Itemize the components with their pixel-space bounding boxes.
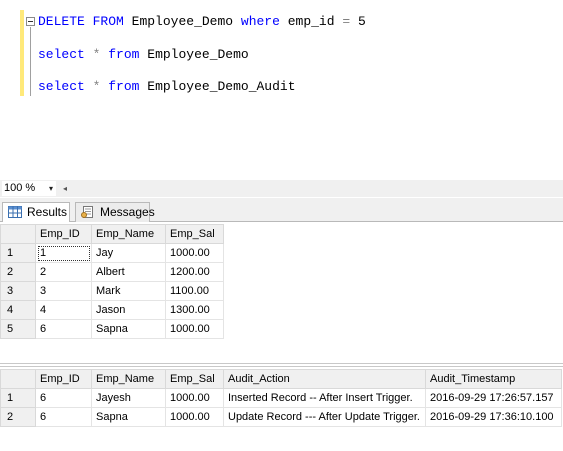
- result-grid-employee-demo[interactable]: Emp_ID Emp_Name Emp_Sal 1 1 Jay 1000.00 …: [0, 222, 563, 364]
- change-indicator-bar: [20, 10, 24, 96]
- zoom-select[interactable]: 100 % ▾: [2, 181, 56, 196]
- result-grid-employee-demo-audit[interactable]: Emp_ID Emp_Name Emp_Sal Audit_Action Aud…: [0, 366, 563, 451]
- header-row: Emp_ID Emp_Name Emp_Sal: [0, 224, 224, 244]
- operator: *: [92, 47, 101, 62]
- table-row[interactable]: 2 6 Sapna 1000.00 Update Record --- Afte…: [0, 407, 562, 427]
- column-header[interactable]: Audit_Timestamp: [425, 369, 562, 389]
- cell-audit-timestamp[interactable]: 2016-09-29 17:36:10.100: [425, 407, 562, 427]
- table-row[interactable]: 3 3 Mark 1100.00: [0, 281, 224, 301]
- row-number[interactable]: 5: [0, 319, 36, 339]
- cell-emp-sal[interactable]: 1000.00: [165, 407, 224, 427]
- collapse-icon[interactable]: [26, 17, 35, 26]
- keyword: select: [38, 79, 85, 94]
- cell-emp-id[interactable]: 2: [35, 262, 92, 282]
- operator: =: [342, 14, 351, 29]
- cell-audit-action[interactable]: Update Record --- After Update Trigger.: [223, 407, 426, 427]
- tab-results-label: Results: [27, 205, 68, 219]
- cell-emp-sal[interactable]: 1000.00: [165, 388, 224, 408]
- literal-value: 5: [357, 14, 366, 29]
- keyword: from: [108, 79, 140, 94]
- keyword: FROM: [92, 14, 124, 29]
- zoom-value: 100 %: [4, 182, 36, 194]
- cell-emp-sal[interactable]: 1200.00: [165, 262, 224, 282]
- grid-icon: [8, 206, 22, 218]
- corner-cell[interactable]: [0, 369, 36, 389]
- keyword: where: [240, 14, 280, 29]
- code-line-2[interactable]: select * from Employee_Demo: [38, 47, 249, 62]
- row-number[interactable]: 1: [0, 388, 36, 408]
- cell-emp-name[interactable]: Sapna: [91, 319, 166, 339]
- column-header[interactable]: Emp_Sal: [165, 224, 224, 244]
- cell-emp-id[interactable]: 6: [35, 407, 92, 427]
- column-header[interactable]: Emp_Name: [91, 224, 166, 244]
- scroll-left-icon[interactable]: ◂: [63, 181, 67, 196]
- tab-results[interactable]: Results: [2, 202, 70, 223]
- cell-audit-action[interactable]: Inserted Record -- After Insert Trigger.: [223, 388, 426, 408]
- cell-emp-id[interactable]: 3: [35, 281, 92, 301]
- zoom-bar: 100 % ▾ ◂: [0, 180, 563, 197]
- outline-line: [30, 27, 31, 96]
- row-number[interactable]: 1: [0, 243, 36, 263]
- table-identifier: Employee_Demo_Audit: [147, 79, 296, 94]
- query-editor[interactable]: DELETE FROM Employee_Demo where emp_id =…: [0, 0, 563, 180]
- keyword: select: [38, 47, 85, 62]
- cell-emp-sal[interactable]: 1100.00: [165, 281, 224, 301]
- tab-messages-label: Messages: [100, 205, 155, 219]
- cell-emp-id[interactable]: 4: [35, 300, 92, 320]
- cell-emp-sal[interactable]: 1000.00: [165, 243, 224, 263]
- row-number[interactable]: 4: [0, 300, 36, 320]
- cell-emp-name[interactable]: Sapna: [91, 407, 166, 427]
- corner-cell[interactable]: [0, 224, 36, 244]
- column-header[interactable]: Emp_Sal: [165, 369, 224, 389]
- tab-messages[interactable]: Messages: [75, 202, 155, 222]
- header-row: Emp_ID Emp_Name Emp_Sal Audit_Action Aud…: [0, 369, 562, 389]
- keyword: DELETE: [38, 14, 85, 29]
- keyword: from: [108, 47, 140, 62]
- column-header[interactable]: Emp_Name: [91, 369, 166, 389]
- table-row[interactable]: 4 4 Jason 1300.00: [0, 300, 224, 320]
- table-row[interactable]: 5 6 Sapna 1000.00: [0, 319, 224, 339]
- results-tab-strip: Results Messages: [0, 198, 563, 223]
- cell-emp-id[interactable]: 1: [35, 243, 92, 263]
- table-identifier: Employee_Demo: [147, 47, 249, 62]
- row-number[interactable]: 2: [0, 407, 36, 427]
- cell-emp-sal[interactable]: 1300.00: [165, 300, 224, 320]
- cell-emp-name[interactable]: Albert: [91, 262, 166, 282]
- cell-emp-name[interactable]: Jay: [91, 243, 166, 263]
- cell-emp-sal[interactable]: 1000.00: [165, 319, 224, 339]
- table-identifier: Employee_Demo: [131, 14, 234, 29]
- table-row[interactable]: 2 2 Albert 1200.00: [0, 262, 224, 282]
- operator: *: [92, 79, 101, 94]
- column-identifier: emp_id: [287, 14, 335, 29]
- table-row[interactable]: 1 6 Jayesh 1000.00 Inserted Record -- Af…: [0, 388, 562, 408]
- messages-icon: [81, 206, 93, 218]
- code-line-3[interactable]: select * from Employee_Demo_Audit: [38, 79, 296, 94]
- cell-emp-name[interactable]: Jayesh: [91, 388, 166, 408]
- table-row[interactable]: 1 1 Jay 1000.00: [0, 243, 224, 263]
- cell-audit-timestamp[interactable]: 2016-09-29 17:26:57.157: [425, 388, 562, 408]
- cell-emp-name[interactable]: Mark: [91, 281, 166, 301]
- cell-emp-name[interactable]: Jason: [91, 300, 166, 320]
- chevron-down-icon[interactable]: ▾: [49, 181, 53, 196]
- code-line-1[interactable]: DELETE FROM Employee_Demo where emp_id =…: [38, 14, 366, 29]
- cell-emp-id[interactable]: 6: [35, 319, 92, 339]
- results-table: Emp_ID Emp_Name Emp_Sal 1 1 Jay 1000.00 …: [0, 224, 224, 339]
- column-header[interactable]: Audit_Action: [223, 369, 426, 389]
- results-table: Emp_ID Emp_Name Emp_Sal Audit_Action Aud…: [0, 369, 562, 427]
- row-number[interactable]: 2: [0, 262, 36, 282]
- cell-emp-id[interactable]: 6: [35, 388, 92, 408]
- row-number[interactable]: 3: [0, 281, 36, 301]
- column-header[interactable]: Emp_ID: [35, 369, 92, 389]
- column-header[interactable]: Emp_ID: [35, 224, 92, 244]
